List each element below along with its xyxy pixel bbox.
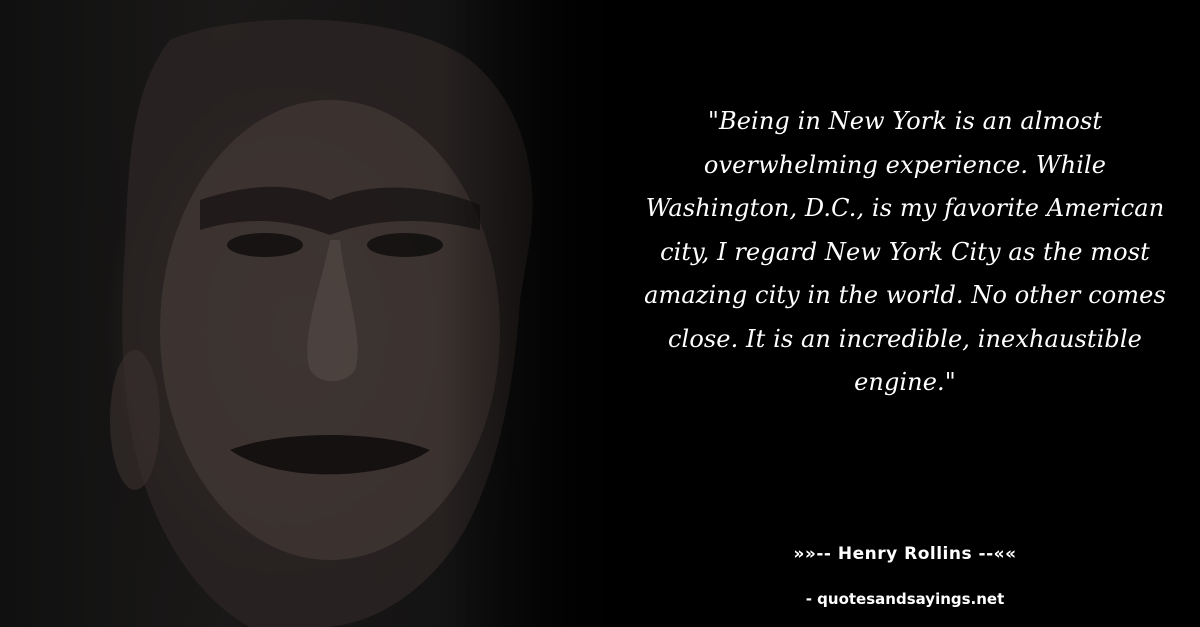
portrait-fade xyxy=(440,0,640,627)
quote-card: "Being in New York is an almost overwhel… xyxy=(0,0,1200,627)
portrait-photo xyxy=(0,0,640,627)
author-line: »»-- Henry Rollins --«« xyxy=(793,544,1017,564)
source-site: - quotesandsayings.net xyxy=(805,590,1005,608)
quote-text: "Being in New York is an almost overwhel… xyxy=(644,107,1166,396)
